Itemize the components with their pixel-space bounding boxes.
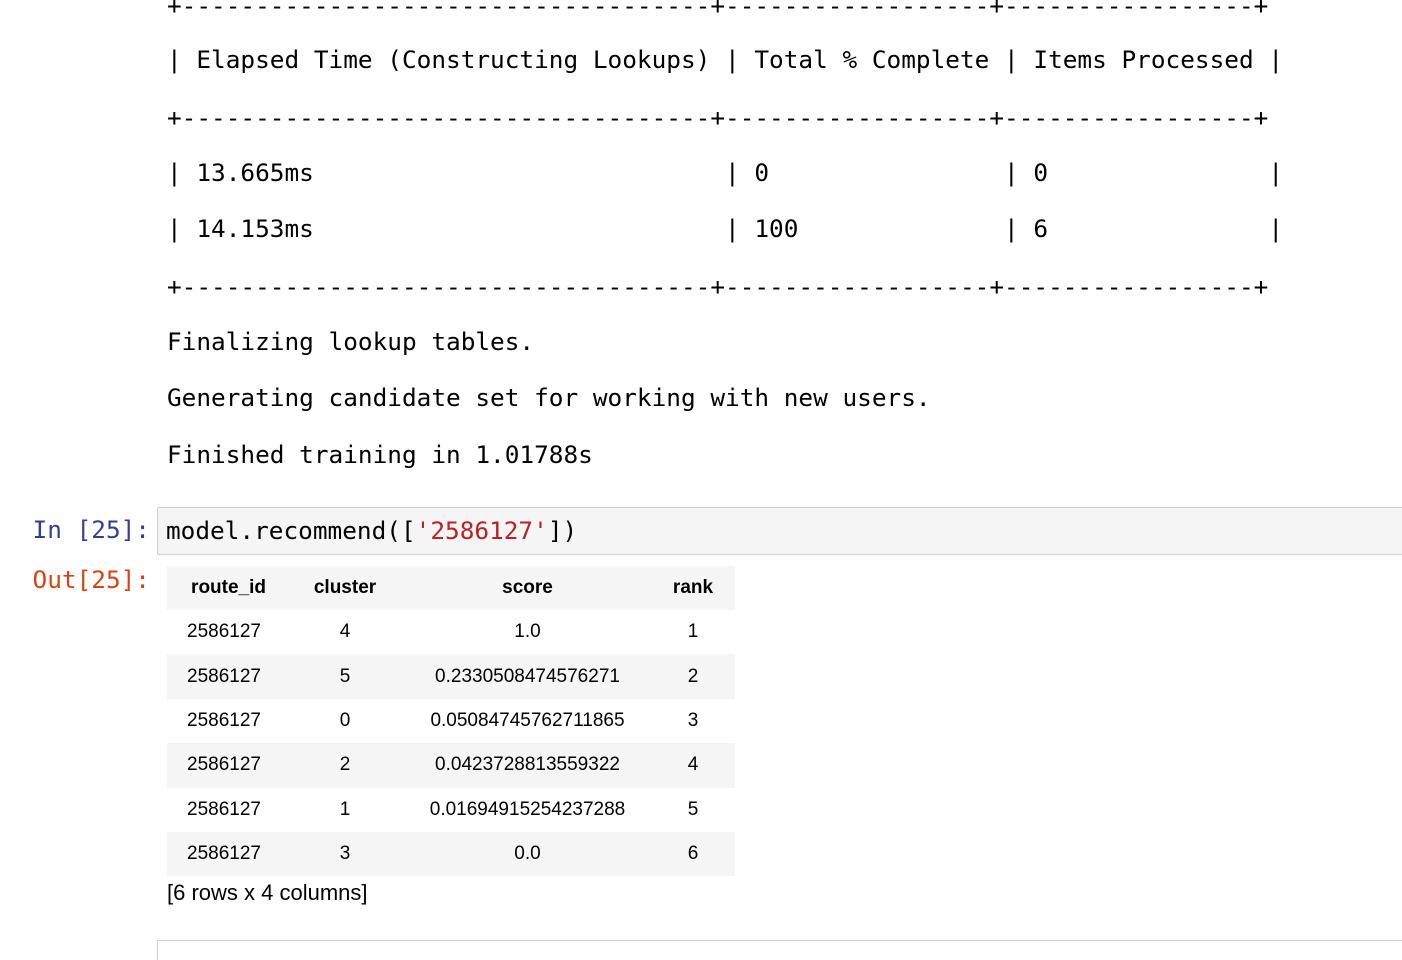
column-header-cluster: cluster (286, 566, 404, 610)
table-border-bottom: +------------------------------------+--… (167, 272, 1269, 301)
cell-score: 0.2330508474576271 (404, 654, 651, 699)
dataframe-summary: [6 rows x 4 columns] (167, 880, 368, 905)
cell-rank: 6 (651, 831, 735, 877)
cell-route-id: 2586127 (167, 831, 286, 877)
table-header-row: route_id cluster score rank (167, 566, 735, 610)
cell-score: 0.0 (404, 831, 651, 877)
table-row: 2586127 5 0.2330508474576271 2 (167, 654, 735, 699)
output-message: Finished training in 1.01788s (167, 440, 593, 469)
cell-rank: 1 (651, 610, 735, 655)
cell-cluster: 4 (286, 610, 404, 655)
output-prompt: Out[25]: (32, 565, 150, 594)
cell-score: 0.01694915254237288 (404, 787, 651, 832)
output-message: Finalizing lookup tables. (167, 327, 535, 356)
cell-route-id: 2586127 (167, 743, 286, 788)
table-border-top: +------------------------------------+--… (167, 0, 1269, 20)
cell-cluster: 3 (286, 831, 404, 877)
table-row: 2586127 4 1.0 1 (167, 610, 735, 655)
table-row: 2586127 1 0.01694915254237288 5 (167, 787, 735, 832)
table-row: 2586127 0 0.05084745762711865 3 (167, 698, 735, 744)
cell-route-id: 2586127 (167, 787, 286, 832)
column-header-route-id: route_id (167, 566, 286, 610)
table-row: 2586127 3 0.0 6 (167, 831, 735, 877)
code-cell-input[interactable]: model.recommend(['2586127']) (157, 507, 1402, 555)
cell-score: 1.0 (404, 610, 651, 655)
cell-route-id: 2586127 (167, 610, 286, 655)
cell-score: 0.0423728813559322 (404, 743, 651, 788)
column-header-score: score (404, 566, 651, 610)
cell-rank: 4 (651, 743, 735, 788)
dataframe-table: route_id cluster score rank 2586127 4 1.… (167, 566, 735, 877)
cell-rank: 2 (651, 654, 735, 699)
code-prefix: model.recommend([ (166, 516, 416, 545)
column-header-rank: rank (651, 566, 735, 610)
progress-row: | 14.153ms | 100 | 6 | (167, 214, 1284, 243)
cell-score: 0.05084745762711865 (404, 698, 651, 744)
progress-header-row: | Elapsed Time (Constructing Lookups) | … (167, 45, 1284, 74)
cell-route-id: 2586127 (167, 654, 286, 699)
cell-cluster: 0 (286, 698, 404, 744)
cell-cluster: 1 (286, 787, 404, 832)
output-message: Generating candidate set for working wit… (167, 383, 931, 412)
cell-cluster: 2 (286, 743, 404, 788)
table-row: 2586127 2 0.0423728813559322 4 (167, 743, 735, 788)
code-line[interactable]: model.recommend(['2586127']) (166, 515, 577, 547)
table-border-mid: +------------------------------------+--… (167, 103, 1269, 132)
progress-row: | 13.665ms | 0 | 0 | (167, 158, 1284, 187)
cell-route-id: 2586127 (167, 698, 286, 744)
code-string-literal: '2586127' (415, 516, 548, 545)
code-suffix: ]) (547, 516, 578, 545)
cell-rank: 3 (651, 698, 735, 744)
cell-rank: 5 (651, 787, 735, 832)
next-code-cell[interactable] (157, 940, 1402, 960)
cell-cluster: 5 (286, 654, 404, 699)
input-prompt: In [25]: (32, 515, 150, 544)
